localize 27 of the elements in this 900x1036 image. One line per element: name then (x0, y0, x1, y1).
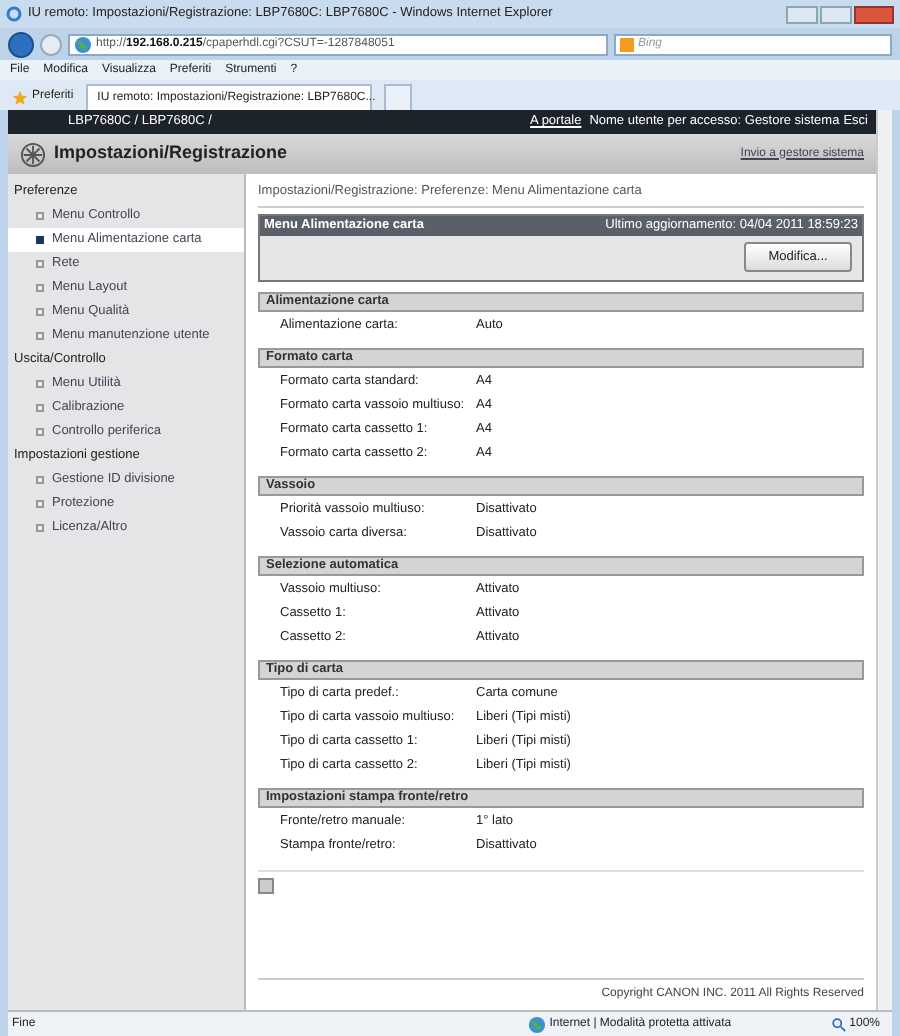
maximize-button[interactable] (820, 5, 852, 23)
bullet-icon (36, 500, 44, 508)
star-icon (12, 89, 28, 105)
bullet-icon (36, 332, 44, 340)
bullet-icon (36, 404, 44, 412)
bullet-icon (36, 476, 44, 484)
bullet-icon (36, 284, 44, 292)
bullet-icon (36, 212, 44, 220)
zoom-icon (831, 1017, 846, 1031)
logo-icon (20, 141, 46, 167)
browser-icon (6, 6, 22, 22)
page-title: Impostazioni/Registrazione (54, 140, 288, 167)
bullet-icon (36, 236, 44, 244)
close-button[interactable] (854, 5, 894, 23)
forward-button[interactable] (40, 33, 62, 55)
site-icon (74, 35, 92, 53)
bullet-icon (36, 380, 44, 388)
top-button[interactable] (258, 877, 274, 894)
back-button[interactable] (8, 31, 34, 57)
internet-zone-icon (527, 1015, 546, 1033)
bullet-icon (36, 524, 44, 532)
minimize-button[interactable] (786, 5, 818, 23)
bullet-icon (36, 260, 44, 268)
bullet-icon (36, 308, 44, 316)
scrollbar[interactable] (876, 110, 892, 1010)
new-tab-button[interactable] (383, 84, 412, 110)
bullet-icon (36, 428, 44, 436)
